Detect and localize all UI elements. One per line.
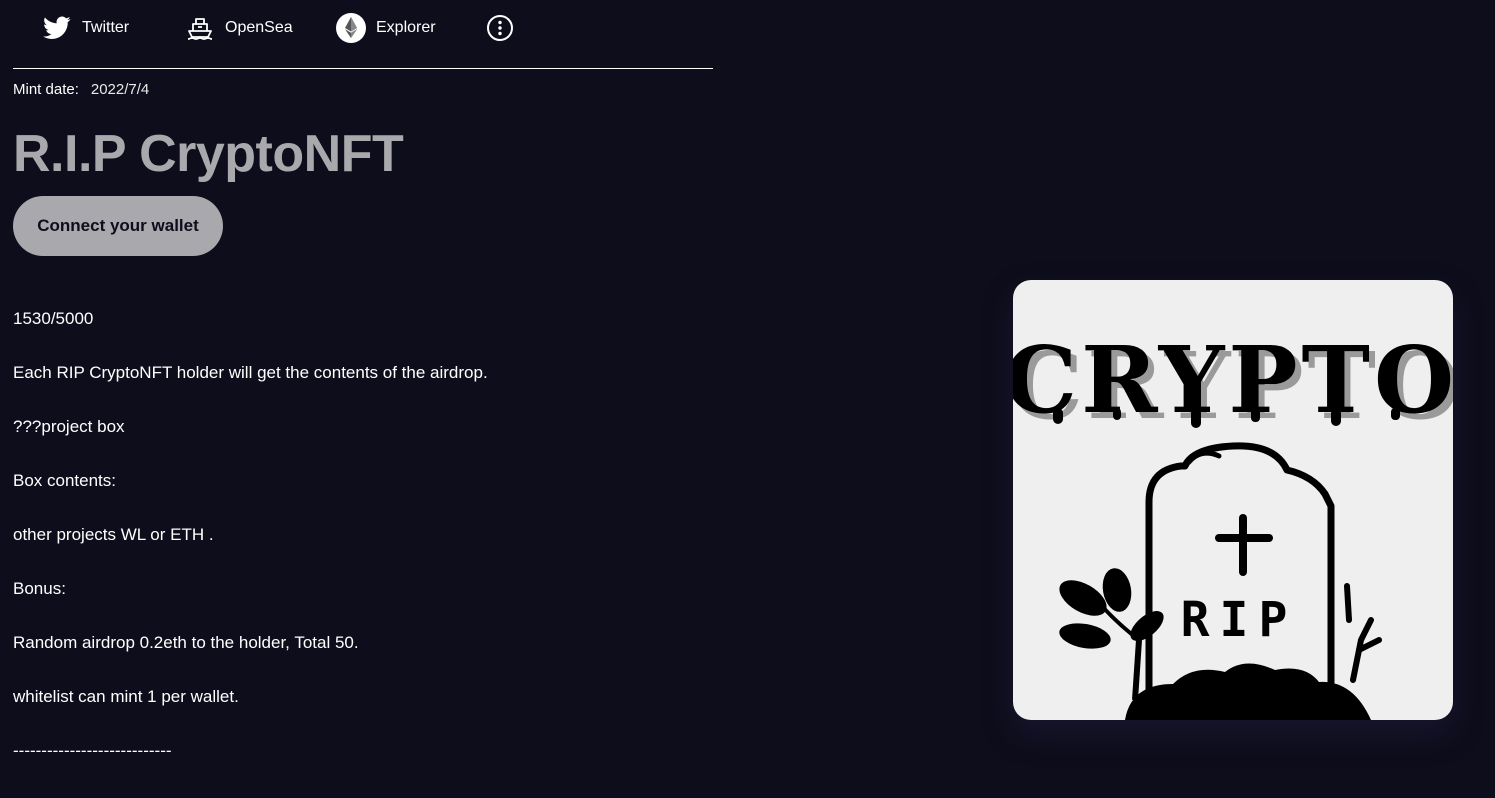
mint-date-row: Mint date: 2022/7/4 xyxy=(13,81,149,98)
more-vertical-icon xyxy=(485,13,515,43)
nav-twitter-link[interactable]: Twitter xyxy=(42,12,129,44)
page-title: R.I.P CryptoNFT xyxy=(13,125,404,183)
opensea-label: OpenSea xyxy=(225,19,293,36)
info-line: Box contents: xyxy=(13,471,117,490)
info-separator: ---------------------------- xyxy=(13,741,172,760)
mint-supply-count: 1530/5000 xyxy=(13,309,94,328)
nav-divider xyxy=(13,68,713,69)
twitter-icon xyxy=(42,13,72,43)
twitter-label: Twitter xyxy=(82,19,130,36)
artwork-heading: CRYPTO xyxy=(1013,326,1453,434)
page: Twitter OpenSea Explorer Mint date: 2022… xyxy=(0,0,1495,798)
nft-artwork: CRYPTO CRYPTO RIP xyxy=(1013,280,1453,720)
nav-opensea-link[interactable]: OpenSea xyxy=(185,12,293,44)
mint-date-label: Mint date: xyxy=(13,81,79,98)
ship-icon xyxy=(185,13,215,43)
tombstone-illustration: CRYPTO CRYPTO RIP xyxy=(1013,326,1453,720)
ethereum-icon xyxy=(336,13,366,43)
mint-date-value: 2022/7/4 xyxy=(90,81,150,98)
info-line: Random airdrop 0.2eth to the holder, Tot… xyxy=(13,633,359,652)
info-line: Bonus: xyxy=(13,579,66,598)
info-line: ???project box xyxy=(13,417,125,436)
more-options-button[interactable] xyxy=(485,12,515,44)
info-line: other projects WL or ETH . xyxy=(13,525,214,544)
nav-explorer-link[interactable]: Explorer xyxy=(336,12,436,44)
info-line: Each RIP CryptoNFT holder will get the c… xyxy=(13,363,488,382)
explorer-label: Explorer xyxy=(376,19,436,36)
info-line: whitelist can mint 1 per wallet. xyxy=(13,687,239,706)
twig-right xyxy=(1344,583,1382,683)
top-nav: Twitter OpenSea Explorer xyxy=(0,0,713,56)
tombstone-text: RIP xyxy=(1181,592,1298,648)
connect-wallet-button[interactable]: Connect your wallet xyxy=(13,196,223,256)
project-info: 1530/5000 Each RIP CryptoNFT holder will… xyxy=(13,306,713,792)
